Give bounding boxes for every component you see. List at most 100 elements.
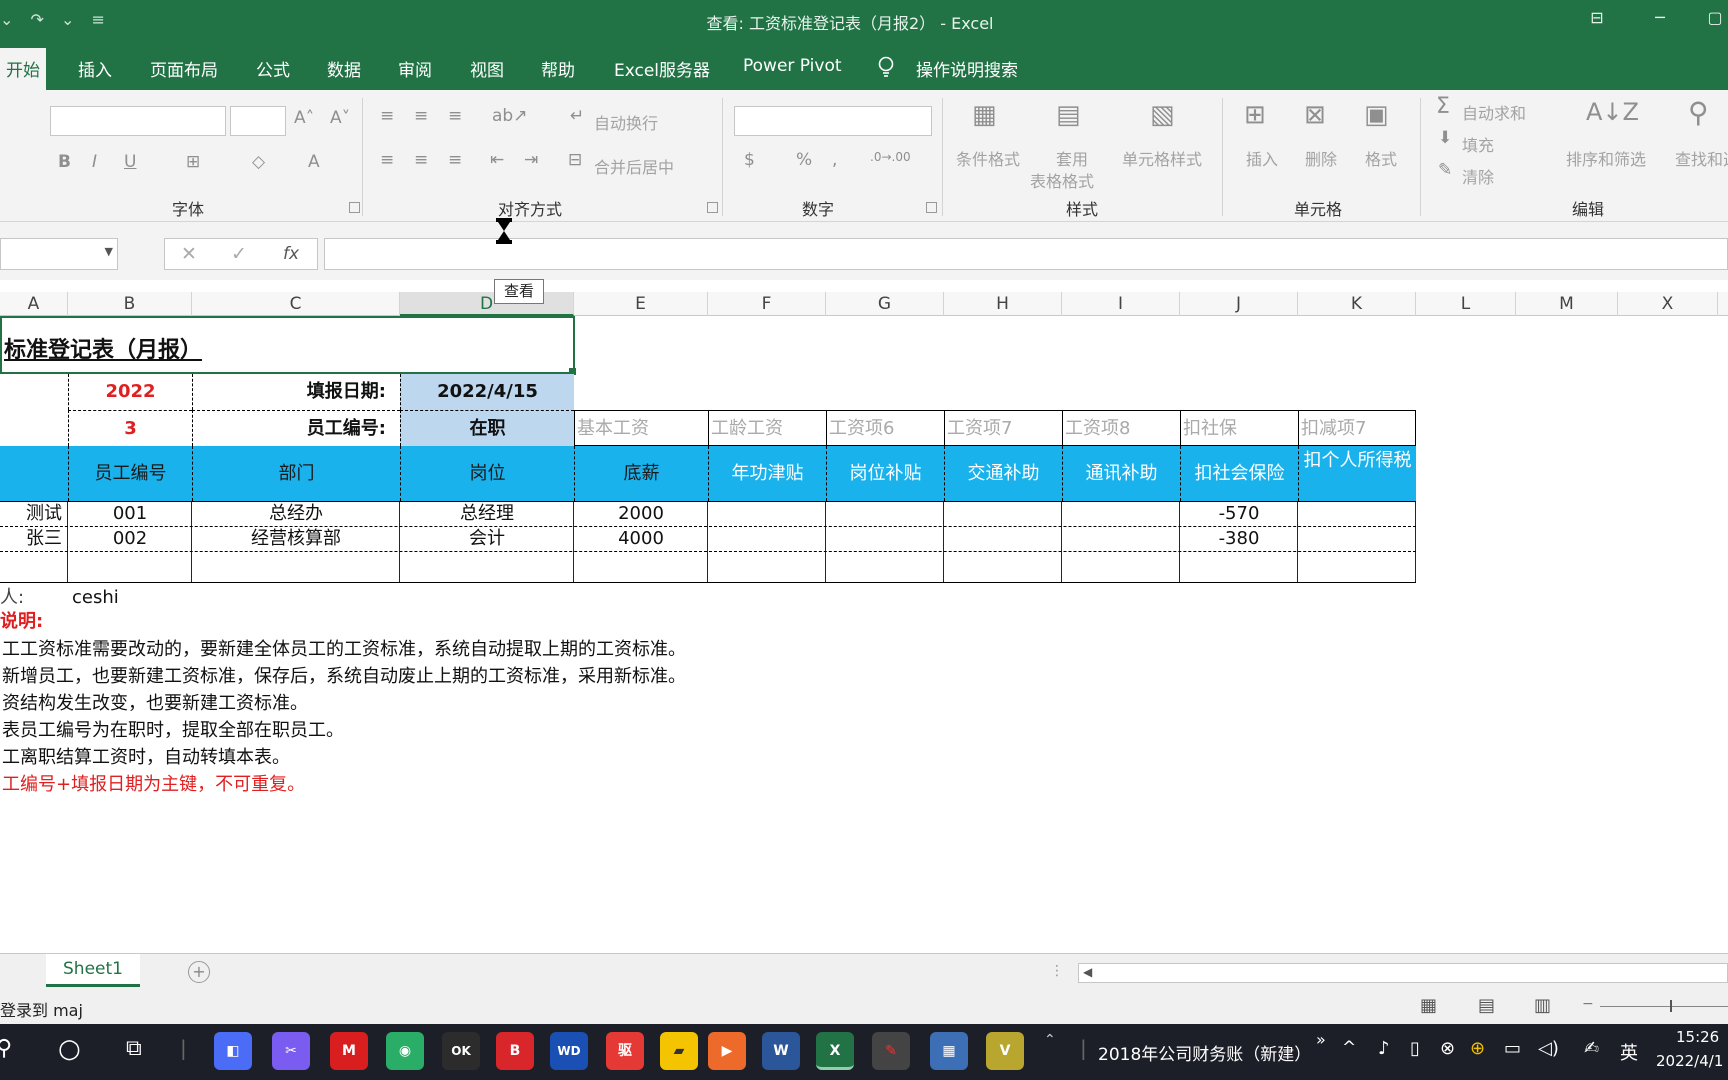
page-break-view-icon[interactable]: ▥ xyxy=(1534,995,1551,1016)
bold-icon[interactable]: B xyxy=(58,152,71,172)
merge-center-icon[interactable]: ⊟ xyxy=(568,150,582,170)
month-cell[interactable]: 3 xyxy=(68,410,192,446)
wechat-icon[interactable]: ◉ xyxy=(386,1032,424,1070)
name-box[interactable]: ▼ xyxy=(0,238,118,270)
chevron-up-icon[interactable]: ^ xyxy=(1342,1038,1356,1058)
orientation-icon[interactable]: ab↗ xyxy=(492,106,527,126)
number-dialog-launcher-icon[interactable] xyxy=(926,202,937,213)
column-header-g[interactable]: G xyxy=(826,292,944,316)
header-cell[interactable]: 部门 xyxy=(192,446,400,501)
column-header-x[interactable]: X xyxy=(1618,292,1718,316)
microphone-icon[interactable]: ♪ xyxy=(1378,1038,1390,1059)
column-header-m[interactable]: M xyxy=(1516,292,1618,316)
row-2-emp-no[interactable]: 002 xyxy=(68,527,192,551)
insert-cells-icon[interactable]: ⊞ xyxy=(1244,100,1266,130)
align-center-icon[interactable]: ≡ xyxy=(414,150,428,170)
column-header-e[interactable]: E xyxy=(574,292,708,316)
excel-icon[interactable]: X xyxy=(816,1032,854,1070)
task-view-icon[interactable]: ⧉ xyxy=(126,1036,142,1061)
sheet-tab-sheet1[interactable]: Sheet1 xyxy=(46,954,140,987)
calculator-icon[interactable]: ▦ xyxy=(930,1032,968,1070)
scroll-taskbar-icon[interactable]: ⌃ xyxy=(1044,1032,1056,1048)
scroll-left-icon[interactable]: ◀ xyxy=(1083,965,1092,979)
align-middle-icon[interactable]: ≡ xyxy=(414,106,428,126)
row-2-social[interactable]: -380 xyxy=(1180,527,1298,551)
increase-font-icon[interactable]: A˄ xyxy=(294,108,314,128)
header-cell[interactable]: 交通补助 xyxy=(944,446,1062,501)
add-sheet-icon[interactable]: + xyxy=(188,961,210,983)
merge-center-button[interactable]: 合并后居中 xyxy=(594,154,674,178)
column-header-d[interactable]: D xyxy=(400,292,574,316)
header-cell[interactable]: 通讯补助 xyxy=(1062,446,1180,501)
format-as-table-button-line2[interactable]: 表格格式 xyxy=(1030,168,1094,192)
decrease-font-icon[interactable]: A˅ xyxy=(330,108,350,128)
year-cell[interactable]: 2022 xyxy=(68,374,192,410)
number-format-dropdown[interactable] xyxy=(734,106,932,136)
autosum-icon[interactable]: Σ xyxy=(1436,94,1450,119)
column-header-i[interactable]: I xyxy=(1062,292,1180,316)
font-color-icon[interactable]: A xyxy=(308,152,320,172)
row-1-name[interactable]: 测试 xyxy=(0,502,66,526)
find-icon[interactable]: ⚲ xyxy=(1688,96,1709,129)
column-header-l[interactable]: L xyxy=(1416,292,1516,316)
emp-status-cell[interactable]: 在职 xyxy=(400,410,574,446)
scribble-app-icon[interactable]: ✎ xyxy=(872,1032,910,1070)
restore-icon[interactable]: ▢ xyxy=(1700,8,1728,32)
align-left-icon[interactable]: ≡ xyxy=(380,150,394,170)
align-bottom-icon[interactable]: ≡ xyxy=(448,106,462,126)
app-tray-icon[interactable]: ⊗ xyxy=(1440,1038,1455,1059)
overflow-icon[interactable]: » xyxy=(1316,1030,1326,1049)
font-dialog-launcher-icon[interactable] xyxy=(349,202,360,213)
app-icon[interactable]: ◧ xyxy=(214,1032,252,1070)
increase-decimal-icon[interactable]: .0→.00 xyxy=(870,150,911,164)
item-name-cell[interactable]: 扣减项7 xyxy=(1298,410,1416,446)
filler-value[interactable]: ceshi xyxy=(72,586,119,610)
wrap-text-icon[interactable]: ↵ xyxy=(570,106,584,126)
insert-function-icon[interactable]: fx xyxy=(283,244,299,264)
header-cell[interactable]: 岗位补贴 xyxy=(826,446,944,501)
tab-excel-server[interactable]: Excel服务器 xyxy=(614,56,710,81)
clock-time[interactable]: 15:26 xyxy=(1676,1028,1719,1046)
format-as-table-button-line1[interactable]: 套用 xyxy=(1056,146,1088,170)
cell-styles-icon[interactable]: ▧ xyxy=(1150,100,1175,130)
usb-icon[interactable]: ▯ xyxy=(1410,1038,1420,1059)
underline-icon[interactable]: U xyxy=(124,152,136,172)
delete-cells-button[interactable]: 删除 xyxy=(1305,146,1337,170)
row-1-social[interactable]: -570 xyxy=(1180,502,1298,526)
zoom-slider-thumb[interactable] xyxy=(1670,1000,1672,1012)
browser-icon[interactable]: B xyxy=(496,1032,534,1070)
italic-icon[interactable]: I xyxy=(92,152,97,172)
tab-home[interactable]: 开始 xyxy=(0,48,46,90)
tab-power-pivot[interactable]: Power Pivot xyxy=(743,56,842,76)
conditional-format-icon[interactable]: ▦ xyxy=(972,100,997,130)
conditional-format-button[interactable]: 条件格式 xyxy=(956,146,1020,170)
header-cell[interactable]: 岗位 xyxy=(400,446,574,501)
word-icon[interactable]: W xyxy=(762,1032,800,1070)
sticky-notes-icon[interactable]: ▰ xyxy=(660,1032,698,1070)
tab-help[interactable]: 帮助 xyxy=(541,56,575,81)
header-cell[interactable]: 员工编号 xyxy=(68,446,192,501)
splitter-icon[interactable]: ⋮ xyxy=(1050,963,1064,979)
clock-date[interactable]: 2022/4/1 xyxy=(1656,1052,1723,1070)
header-cell[interactable]: 底薪 xyxy=(574,446,708,501)
vim-app-icon[interactable]: V xyxy=(986,1032,1024,1070)
alignment-dialog-launcher-icon[interactable] xyxy=(707,202,718,213)
insert-cells-button[interactable]: 插入 xyxy=(1246,146,1278,170)
page-layout-view-icon[interactable]: ▤ xyxy=(1478,995,1495,1016)
borders-icon[interactable]: ⊞ xyxy=(186,152,200,172)
currency-icon[interactable]: $ xyxy=(744,150,755,170)
tell-me-search[interactable]: 操作说明搜索 xyxy=(916,56,1018,81)
cancel-icon[interactable]: ✕ xyxy=(181,243,197,265)
pen-icon[interactable]: ✍ xyxy=(1584,1038,1599,1059)
column-header-k[interactable]: K xyxy=(1298,292,1416,316)
row-1-emp-no[interactable]: 001 xyxy=(68,502,192,526)
font-name-dropdown[interactable] xyxy=(50,106,226,136)
item-name-cell[interactable]: 工龄工资 xyxy=(708,410,826,446)
title-cell[interactable]: 标准登记表（月报） xyxy=(0,316,575,374)
formula-input[interactable] xyxy=(324,238,1728,270)
increase-indent-icon[interactable]: ⇥ xyxy=(524,150,538,170)
tab-insert[interactable]: 插入 xyxy=(78,56,112,81)
ribbon-display-options-icon[interactable]: ⊟ xyxy=(1582,8,1612,32)
fill-color-icon[interactable]: ◇ xyxy=(252,152,265,172)
row-2-base[interactable]: 4000 xyxy=(574,527,708,551)
